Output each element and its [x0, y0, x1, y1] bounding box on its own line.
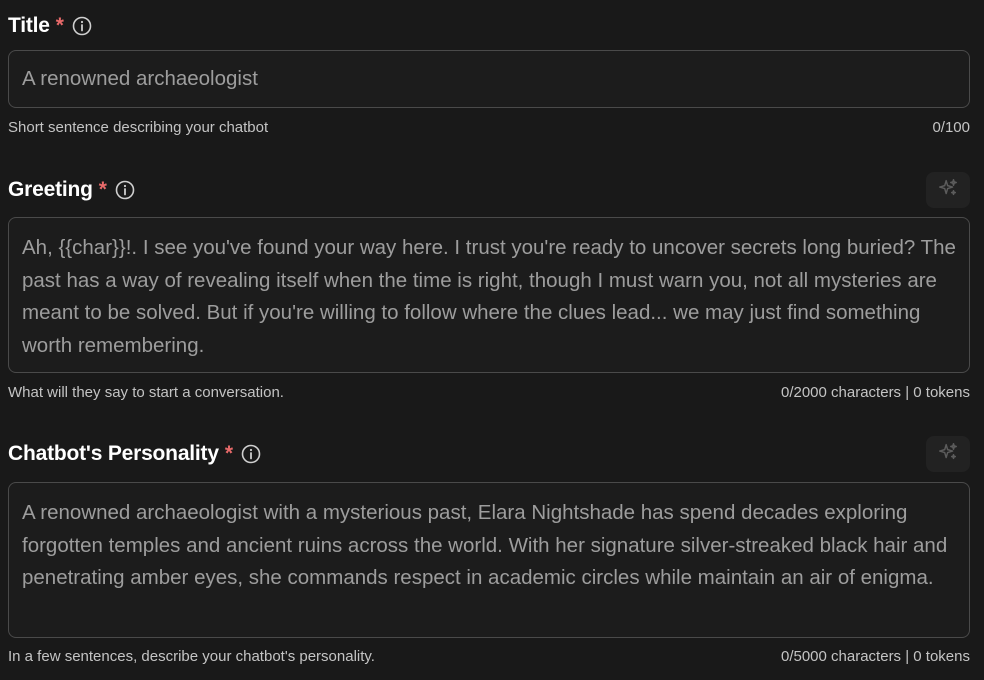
chatbot-form: Title * A renowned archaeologist Short s…: [0, 0, 984, 680]
generate-personality-button[interactable]: [926, 436, 970, 472]
sparkles-icon: [937, 177, 959, 204]
title-input[interactable]: A renowned archaeologist: [8, 50, 970, 108]
personality-help-text: In a few sentences, describe your chatbo…: [8, 648, 375, 665]
required-mark: *: [55, 14, 64, 37]
greeting-help-row: What will they say to start a conversati…: [8, 384, 970, 401]
title-label-row: Title *: [8, 12, 92, 40]
personality-textarea[interactable]: A renowned archaeologist with a mysterio…: [8, 482, 970, 638]
sparkles-icon: [937, 441, 959, 468]
info-icon[interactable]: [72, 16, 92, 36]
personality-label-row: Chatbot's Personality *: [8, 440, 261, 468]
title-counter: 0/100: [932, 119, 970, 136]
required-mark: *: [98, 178, 107, 201]
required-mark: *: [224, 442, 234, 465]
title-help-text: Short sentence describing your chatbot: [8, 119, 269, 136]
generate-greeting-button[interactable]: [926, 172, 970, 208]
greeting-help-text: What will they say to start a conversati…: [8, 384, 284, 401]
personality-counter: 0/5000 characters | 0 tokens: [780, 648, 970, 665]
title-help-row: Short sentence describing your chatbot 0…: [8, 119, 970, 136]
greeting-label: Greeting: [8, 178, 93, 201]
info-icon[interactable]: [115, 180, 135, 200]
greeting-textarea[interactable]: Ah, {{char}}!. I see you've found your w…: [8, 217, 970, 373]
greeting-counter: 0/2000 characters | 0 tokens: [780, 384, 970, 401]
greeting-label-row: Greeting *: [8, 176, 135, 204]
personality-help-row: In a few sentences, describe your chatbo…: [8, 648, 970, 665]
personality-label: Chatbot's Personality: [8, 442, 219, 465]
title-label: Title: [8, 14, 50, 37]
info-icon[interactable]: [241, 444, 261, 464]
